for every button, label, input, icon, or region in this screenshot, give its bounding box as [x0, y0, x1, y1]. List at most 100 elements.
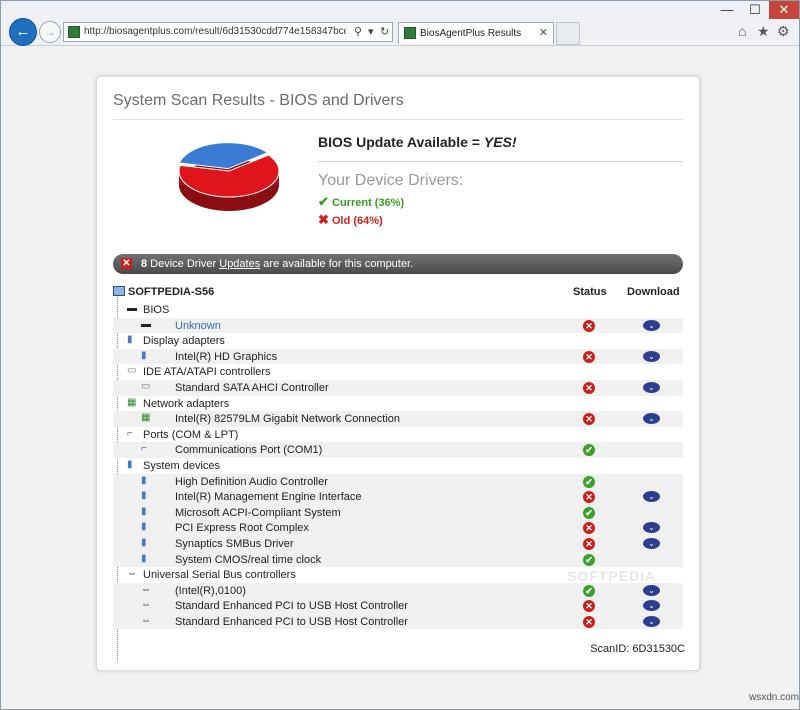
tree-category-row: ▬ BIOS	[113, 302, 683, 318]
category-label: Network adapters	[143, 397, 230, 410]
tab-title: BiosAgentPlus Results	[420, 28, 522, 39]
device-label: Communications Port (COM1)	[175, 444, 323, 457]
device-icon: ▮	[141, 505, 147, 517]
tree-category-row: ▮ Display adapters	[113, 333, 683, 349]
softpedia-watermark: SOFTPEDIA	[567, 568, 657, 584]
status-current-icon: ✔	[583, 584, 595, 597]
legend-current-label: Current (36%)	[332, 197, 405, 209]
disk-icon: ▭	[141, 380, 151, 392]
refresh-icon[interactable]: ↻	[380, 25, 389, 38]
download-button[interactable]: ⌄	[643, 522, 660, 534]
tab-favicon-icon	[404, 27, 416, 39]
tree-device-row: ⇔ (Intel(R),0100) ✔ ⌄	[113, 582, 683, 599]
device-label: Synaptics SMBus Driver	[175, 537, 294, 550]
usb-icon: ⇔	[127, 568, 137, 580]
url-text[interactable]: http://biosagentplus.com/result/6d31530c…	[84, 26, 346, 37]
port-icon: ⌐	[141, 443, 147, 455]
category-label: System devices	[143, 459, 221, 472]
status-column-header: Status	[573, 286, 607, 298]
device-label: PCI Express Root Complex	[175, 522, 309, 535]
new-tab-button[interactable]	[556, 22, 580, 45]
status-old-icon: ✕	[583, 413, 595, 426]
bios-divider	[318, 161, 683, 162]
tree-device-row: ▮ High Definition Audio Controller ✔	[113, 473, 683, 490]
device-icon: ▮	[141, 552, 147, 564]
tree-category-row: ▭ IDE ATA/ATAPI controllers	[113, 364, 683, 380]
tree-device-row: ▬ Unknown ✕ ⌄	[113, 317, 683, 334]
device-label[interactable]: Unknown	[175, 320, 221, 332]
status-old-icon: ✕	[583, 350, 595, 363]
banner-text: Device Driver	[147, 258, 220, 270]
back-button[interactable]: ←	[9, 18, 37, 46]
banner-message: 8 Device Driver Updates are available fo…	[141, 258, 413, 270]
device-label: Intel(R) 82579LM Gigabit Network Connect…	[175, 413, 401, 426]
chip-icon: ▬	[127, 303, 137, 314]
category-label: Universal Serial Bus controllers	[143, 569, 296, 582]
tree-device-row: ▦ Intel(R) 82579LM Gigabit Network Connec…	[113, 411, 683, 427]
device-label: System CMOS/real time clock	[175, 553, 322, 566]
status-old-icon: ✕	[583, 319, 595, 332]
alert-x-icon: ✕	[121, 258, 132, 269]
category-label: Display adapters	[143, 335, 225, 348]
device-label: (Intel(R),0100)	[175, 584, 246, 597]
download-button[interactable]: ⌄	[643, 381, 660, 393]
chip-icon: ▬	[141, 318, 151, 330]
download-button[interactable]: ⌄	[643, 350, 660, 362]
download-button[interactable]: ⌄	[643, 584, 660, 596]
address-bar[interactable]: http://biosagentplus.com/result/6d31530c…	[63, 22, 393, 42]
dropdown-icon[interactable]: ▾	[368, 25, 374, 38]
legend-old: ✖ Old (64%)	[318, 212, 383, 228]
tree-device-row: ⇔ Standard Enhanced PCI to USB Host Contr…	[113, 598, 683, 614]
status-old-icon: ✕	[583, 615, 595, 628]
arrow-right-icon: →	[44, 25, 56, 39]
computer-row: SOFTPEDIA-S56	[113, 286, 214, 298]
usb-icon: ⇔	[141, 599, 151, 611]
download-button[interactable]: ⌄	[643, 319, 660, 331]
forward-button[interactable]: →	[39, 21, 61, 43]
network-icon: ▦	[141, 412, 151, 424]
status-old-icon: ✕	[583, 381, 595, 394]
usb-icon: ⇔	[141, 614, 151, 626]
category-label: BIOS	[143, 304, 170, 316]
updates-banner: ✕ 8 Device Driver Updates are available …	[113, 254, 683, 274]
page-viewport: System Scan Results - BIOS and Drivers B…	[1, 46, 799, 709]
tree-device-row: ▮ PCI Express Root Complex ✕ ⌄	[113, 520, 683, 536]
home-icon[interactable]: ⌂	[738, 23, 746, 39]
usb-icon: ⇔	[141, 583, 151, 595]
computer-name: SOFTPEDIA-S56	[128, 286, 215, 298]
tree-category-row: ▮ System devices	[113, 458, 683, 474]
download-button[interactable]: ⌄	[643, 413, 660, 425]
tab-biosagentplus-results[interactable]: BiosAgentPlus Results ✕	[398, 22, 554, 44]
search-icon[interactable]: ⚲	[354, 25, 362, 38]
tree-device-row: ⌐ Communications Port (COM1) ✔	[113, 442, 683, 458]
bios-update-status: BIOS Update Available = YES!	[318, 134, 517, 150]
title-divider	[113, 119, 683, 120]
legend-old-label: Old (64%)	[332, 215, 383, 227]
tree-device-row: ▮ Synaptics SMBus Driver ✕ ⌄	[113, 535, 683, 552]
device-label: Microsoft ACPI-Compliant System	[175, 506, 341, 519]
driver-status-pie-chart	[178, 142, 280, 211]
minimize-button[interactable]: —	[713, 1, 741, 19]
favorites-star-icon[interactable]: ★	[757, 23, 770, 40]
close-window-button[interactable]: ✕	[769, 1, 799, 19]
settings-gear-icon[interactable]: ⚙	[777, 23, 790, 40]
network-icon: ▦	[127, 396, 137, 408]
bios-update-value: YES!	[483, 134, 517, 150]
download-button[interactable]: ⌄	[643, 537, 660, 549]
updates-link[interactable]: Updates	[219, 258, 260, 270]
legend-current: ✔ Current (36%)	[318, 194, 404, 210]
status-current-icon: ✔	[583, 475, 595, 488]
download-button[interactable]: ⌄	[643, 600, 660, 612]
site-favicon-icon	[68, 26, 80, 38]
disk-icon: ▭	[127, 365, 137, 377]
device-icon: ▮	[127, 458, 133, 470]
status-current-icon: ✔	[583, 553, 595, 566]
download-button[interactable]: ⌄	[643, 491, 660, 503]
page-title: System Scan Results - BIOS and Drivers	[113, 92, 404, 109]
maximize-button[interactable]: ☐	[741, 1, 769, 19]
tree-device-row: ▮ System CMOS/real time clock ✔	[113, 551, 683, 568]
download-button[interactable]: ⌄	[643, 615, 660, 627]
device-label: Standard Enhanced PCI to USB Host Contro…	[175, 615, 408, 628]
tab-close-icon[interactable]: ✕	[539, 26, 548, 39]
status-old-icon: ✕	[583, 522, 595, 535]
